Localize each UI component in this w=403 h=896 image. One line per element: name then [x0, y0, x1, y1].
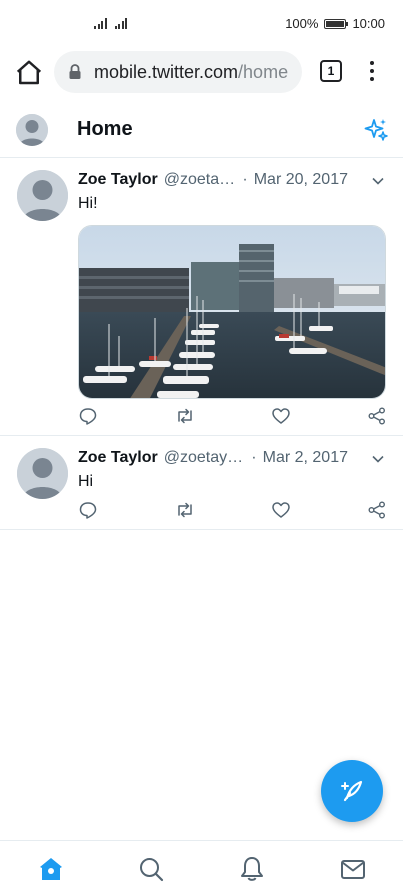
timeline-header: Home — [0, 104, 403, 158]
share-icon[interactable] — [367, 406, 387, 426]
reply-icon[interactable] — [78, 500, 98, 520]
page-title: Home — [77, 118, 133, 140]
tweet[interactable]: Zoe Taylor @zoetaylo... · Mar 20, 2017 H… — [0, 159, 403, 436]
home-icon[interactable] — [37, 855, 65, 883]
like-icon[interactable] — [271, 406, 291, 426]
more-vert-icon[interactable] — [364, 58, 380, 84]
battery-icon — [324, 18, 349, 29]
lock-icon — [69, 64, 81, 79]
retweet-icon[interactable] — [175, 500, 195, 520]
tabs-button[interactable]: 1 — [320, 60, 342, 82]
avatar[interactable] — [16, 114, 48, 146]
url-host: mobile.twitter.com — [94, 61, 239, 82]
retweet-icon[interactable] — [175, 406, 195, 426]
avatar[interactable] — [17, 170, 68, 221]
battery-percent: 100% — [285, 16, 319, 31]
tweet-header: Zoe Taylor @zoetaylo... · Mar 20, 2017 — [78, 171, 348, 189]
signal-indicators — [94, 17, 127, 29]
sparkle-icon[interactable] — [363, 117, 389, 143]
url-path: /home — [238, 61, 289, 82]
tweet-actions — [78, 500, 388, 522]
tweet-header: Zoe Taylor @zoetaylor... · Mar 2, 2017 — [78, 449, 348, 467]
signal-icon — [94, 17, 107, 29]
like-icon[interactable] — [271, 500, 291, 520]
share-icon[interactable] — [367, 500, 387, 520]
tweet-date[interactable]: Mar 2, 2017 — [263, 449, 348, 467]
bottom-nav — [0, 840, 403, 896]
signal-icon — [114, 17, 127, 29]
tweet-date[interactable]: Mar 20, 2017 — [254, 171, 348, 189]
reply-icon[interactable] — [78, 406, 98, 426]
tweet-image[interactable] — [78, 225, 386, 399]
status-bar: 100% 10:00 — [0, 0, 403, 48]
address-bar[interactable]: mobile.twitter.com/home — [54, 51, 302, 93]
tweet-actions — [78, 406, 388, 428]
avatar[interactable] — [17, 448, 68, 499]
tweet-text: Hi — [78, 473, 94, 490]
chevron-down-icon[interactable] — [371, 454, 385, 464]
author-name[interactable]: Zoe Taylor — [78, 171, 158, 189]
separator: · — [251, 449, 257, 466]
separator: · — [242, 171, 248, 188]
messages-icon[interactable] — [339, 855, 367, 883]
search-icon[interactable] — [137, 855, 165, 883]
browser-toolbar: mobile.twitter.com/home 1 — [0, 48, 403, 98]
compose-tweet-button[interactable] — [321, 760, 383, 822]
author-handle[interactable]: @zoetaylor... — [164, 449, 246, 467]
tweet[interactable]: Zoe Taylor @zoetaylor... · Mar 2, 2017 H… — [0, 437, 403, 530]
author-name[interactable]: Zoe Taylor — [78, 449, 158, 467]
author-handle[interactable]: @zoetaylo... — [164, 171, 237, 189]
home-icon[interactable] — [14, 58, 44, 88]
notifications-icon[interactable] — [238, 855, 266, 883]
chevron-down-icon[interactable] — [371, 176, 385, 186]
clock: 10:00 — [352, 16, 385, 31]
tweet-text: Hi! — [78, 195, 98, 212]
compose-tweet-icon — [341, 780, 363, 802]
